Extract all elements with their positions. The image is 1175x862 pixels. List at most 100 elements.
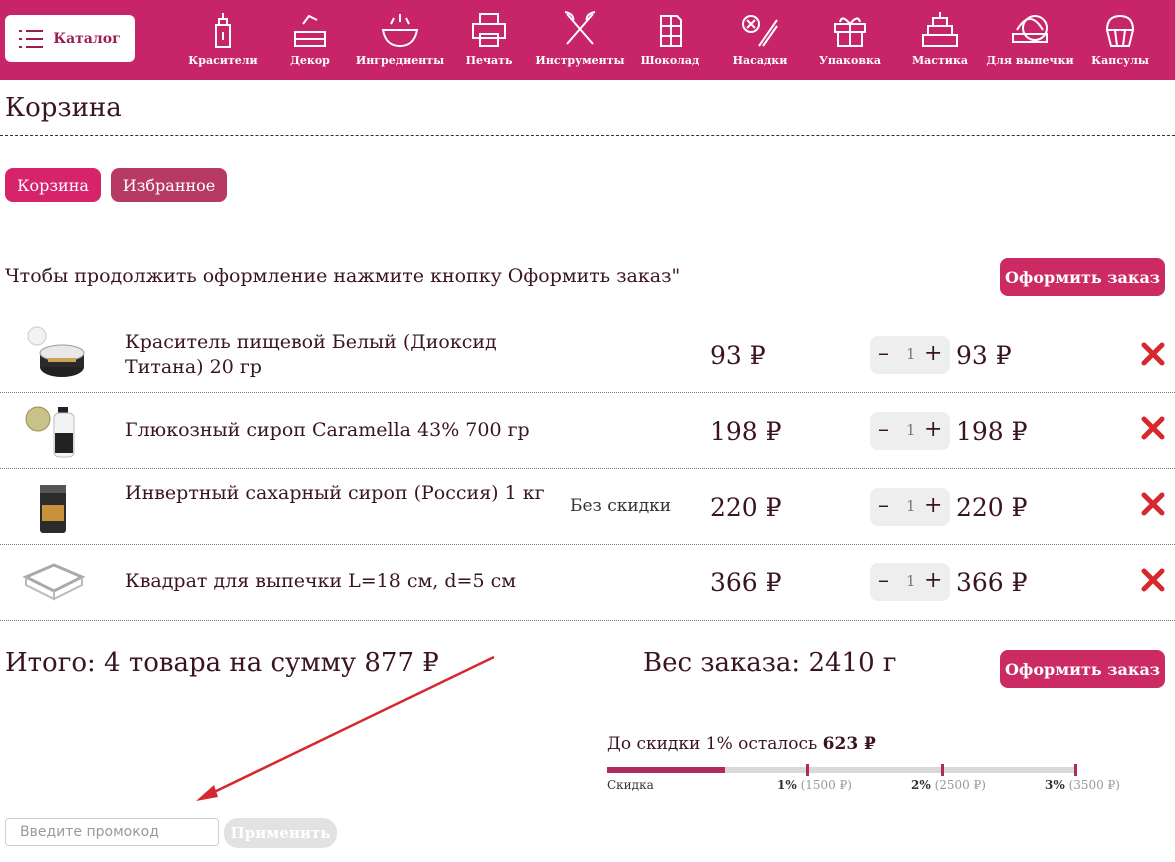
baking-pans-icon — [1012, 15, 1048, 43]
product-thumbnail — [22, 563, 86, 601]
product-name[interactable]: Инвертный сахарный сироп (Россия) 1 кг — [125, 481, 545, 506]
nav-item-capsules[interactable]: Капсулы — [1075, 10, 1165, 67]
quantity-stepper: – 1 + — [870, 488, 950, 526]
line-total: 93 ₽ — [956, 341, 1012, 370]
product-name[interactable]: Квадрат для выпечки L=18 см, d=5 см — [125, 569, 545, 594]
nav-label: Ингредиенты — [355, 54, 445, 67]
category-nav: Красители Декор Ингредиенты Печать Инстр… — [178, 10, 1163, 72]
discount-level-1: 1% (1500 ₽) — [777, 778, 852, 792]
nav-item-dyes[interactable]: Красители — [178, 10, 268, 67]
nav-item-chocolate[interactable]: Шоколад — [625, 10, 715, 67]
nav-label: Упаковка — [818, 54, 882, 67]
level-amount: (1500 ₽) — [800, 778, 852, 792]
decrease-button[interactable]: – — [878, 493, 889, 518]
product-name[interactable]: Глюкозный сироп Caramella 43% 700 гр — [125, 418, 545, 443]
nav-label: Насадки — [732, 54, 788, 67]
nav-item-fondant[interactable]: Мастика — [895, 10, 985, 67]
no-discount-label: Без скидки — [570, 496, 672, 516]
increase-button[interactable]: + — [924, 341, 942, 366]
nav-label: Инструменты — [535, 54, 625, 67]
line-total: 220 ₽ — [956, 493, 1028, 522]
quantity-value[interactable]: 1 — [906, 572, 916, 590]
level-amount: (2500 ₽) — [934, 778, 986, 792]
tiered-cake-icon — [922, 12, 958, 47]
cart-row: Глюкозный сироп Caramella 43% 700 гр 198… — [0, 393, 1175, 469]
checkout-hint: Чтобы продолжить оформление нажмите кноп… — [5, 265, 681, 287]
apply-promo-button[interactable]: Применить — [224, 818, 337, 848]
nav-label: Декор — [290, 54, 330, 67]
discount-tick-1 — [806, 764, 809, 776]
promo-code-input[interactable] — [5, 818, 219, 846]
gift-box-icon — [834, 17, 866, 47]
remove-item-icon[interactable] — [1141, 416, 1165, 440]
title-divider — [0, 135, 1175, 136]
cart-row: Краситель пищевой Белый (Диоксид Титана)… — [0, 317, 1175, 393]
order-weight: Вес заказа: 2410 г — [643, 648, 897, 678]
line-total: 198 ₽ — [956, 417, 1028, 446]
nav-label: Мастика — [911, 54, 969, 67]
nav-item-decor[interactable]: Декор — [265, 10, 355, 67]
menu-list-icon — [19, 29, 44, 48]
whisk-tools-icon — [564, 11, 596, 45]
quantity-value[interactable]: 1 — [906, 345, 916, 363]
quantity-stepper: – 1 + — [870, 563, 950, 601]
checkout-button-top[interactable]: Оформить заказ — [1000, 258, 1165, 296]
checkout-button-bottom[interactable]: Оформить заказ — [1000, 650, 1165, 688]
cart-row: Квадрат для выпечки L=18 см, d=5 см 366 … — [0, 545, 1175, 621]
nav-label: Печать — [465, 54, 513, 67]
remove-item-icon[interactable] — [1141, 492, 1165, 516]
increase-button[interactable]: + — [924, 417, 942, 442]
increase-button[interactable]: + — [924, 568, 942, 593]
piping-nozzle-icon — [742, 15, 778, 47]
chocolate-bar-icon — [660, 15, 682, 47]
quantity-value[interactable]: 1 — [906, 497, 916, 515]
discount-prefix: До скидки 1% осталось — [607, 734, 818, 754]
cupcake-capsule-icon — [1105, 14, 1135, 47]
discount-remaining-text: До скидки 1% осталось 623 ₽ — [607, 734, 876, 754]
discount-progress-fill — [607, 767, 725, 773]
nav-label: Капсулы — [1091, 54, 1149, 67]
product-price: 220 ₽ — [710, 493, 782, 522]
dye-bottle-icon — [215, 13, 231, 48]
nav-item-tools[interactable]: Инструменты — [535, 10, 625, 67]
level-pct: 3% — [1045, 778, 1065, 792]
level-pct: 1% — [777, 778, 797, 792]
tab-cart[interactable]: Корзина — [5, 168, 101, 202]
discount-tick-3 — [1074, 764, 1077, 776]
nav-item-baking[interactable]: Для выпечки — [985, 10, 1075, 67]
remove-item-icon[interactable] — [1141, 342, 1165, 366]
product-price: 366 ₽ — [710, 568, 782, 597]
nav-item-ingredients[interactable]: Ингредиенты — [355, 10, 445, 67]
product-thumbnail — [27, 326, 85, 377]
increase-button[interactable]: + — [924, 493, 942, 518]
nav-label: Красители — [188, 54, 258, 67]
nav-item-nozzles[interactable]: Насадки — [715, 10, 805, 67]
quantity-value[interactable]: 1 — [906, 421, 916, 439]
quantity-stepper: – 1 + — [870, 412, 950, 450]
decrease-button[interactable]: – — [878, 568, 889, 593]
tab-favorites[interactable]: Избранное — [111, 168, 227, 202]
catalog-label: Каталог — [53, 30, 121, 47]
top-navigation-bar: Каталог Красители Декор Ингредиенты Печа… — [0, 0, 1175, 80]
level-amount: (3500 ₽) — [1068, 778, 1120, 792]
ingredients-bowl-icon — [381, 14, 419, 48]
page-title: Корзина — [5, 93, 122, 123]
level-pct: 2% — [911, 778, 931, 792]
product-price: 93 ₽ — [710, 341, 766, 370]
printer-icon — [472, 13, 506, 47]
decrease-button[interactable]: – — [878, 417, 889, 442]
nav-item-print[interactable]: Печать — [444, 10, 534, 67]
product-thumbnail — [25, 406, 75, 458]
line-total: 366 ₽ — [956, 568, 1028, 597]
product-name[interactable]: Краситель пищевой Белый (Диоксид Титана)… — [125, 330, 545, 380]
nav-item-packaging[interactable]: Упаковка — [805, 10, 895, 67]
discount-label: Скидка — [607, 778, 654, 792]
nav-label: Для выпечки — [986, 54, 1074, 67]
discount-level-2: 2% (2500 ₽) — [911, 778, 986, 792]
product-thumbnail — [40, 485, 66, 533]
catalog-button[interactable]: Каталог — [5, 15, 135, 62]
remove-item-icon[interactable] — [1141, 568, 1165, 592]
decrease-button[interactable]: – — [878, 341, 889, 366]
discount-remaining-amount: 623 ₽ — [822, 734, 876, 754]
nav-label: Шоколад — [640, 54, 700, 67]
